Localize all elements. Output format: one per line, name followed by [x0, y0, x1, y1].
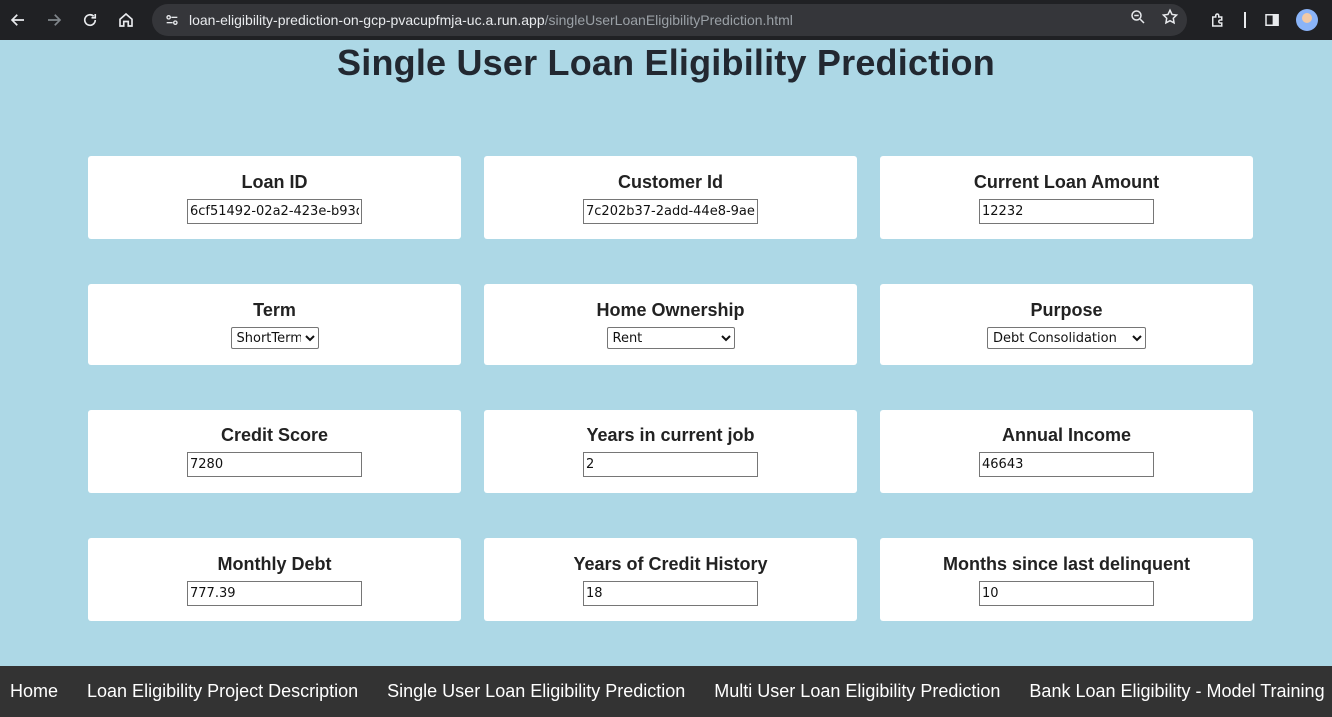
address-bar[interactable]: loan-eligibility-prediction-on-gcp-pvacu… — [152, 4, 1187, 36]
side-panel-icon — [1265, 14, 1279, 26]
term-label: Term — [253, 300, 296, 320]
purpose-label: Purpose — [1030, 300, 1103, 320]
nav-link-project-description[interactable]: Loan Eligibility Project Description — [77, 681, 368, 702]
nav-link-multi-user-prediction[interactable]: Multi User Loan Eligibility Prediction — [704, 681, 1010, 702]
home-ownership-label: Home Ownership — [596, 300, 745, 320]
arrow-right-icon — [48, 14, 62, 26]
current-loan-amount-card: Current Loan Amount — [880, 156, 1253, 239]
current-loan-amount-input[interactable] — [979, 199, 1154, 224]
credit-score-input[interactable] — [187, 452, 362, 477]
url-text: loan-eligibility-prediction-on-gcp-pvacu… — [189, 12, 793, 28]
credit-score-label: Credit Score — [220, 425, 329, 445]
annual-income-input[interactable] — [979, 452, 1154, 477]
url-host: loan-eligibility-prediction-on-gcp-pvacu… — [189, 12, 545, 28]
home-button[interactable] — [108, 4, 144, 36]
puzzle-icon — [1212, 13, 1223, 27]
years-credit-history-card: Years of Credit History — [484, 538, 857, 621]
customer-id-input[interactable] — [583, 199, 758, 224]
customer-id-card: Customer Id — [484, 156, 857, 239]
side-panel-button[interactable] — [1254, 4, 1290, 36]
zoom-icon[interactable] — [1129, 8, 1147, 31]
reload-icon — [83, 13, 97, 27]
home-ownership-card: Home Ownership Rent — [484, 284, 857, 365]
customer-id-label: Customer Id — [617, 172, 723, 192]
months-since-delinquent-label: Months since last delinquent — [942, 554, 1191, 574]
loan-id-label: Loan ID — [241, 172, 308, 192]
years-in-job-label: Years in current job — [586, 425, 755, 445]
profile-avatar[interactable] — [1296, 9, 1318, 31]
loan-id-card: Loan ID — [88, 156, 461, 239]
bookmark-star-icon[interactable] — [1161, 8, 1179, 31]
purpose-select[interactable]: Debt Consolidation — [987, 327, 1146, 349]
url-path: /singleUserLoanEligibilityPrediction.htm… — [544, 12, 793, 28]
nav-link-single-user-prediction[interactable]: Single User Loan Eligibility Prediction — [377, 681, 695, 702]
arrow-left-icon — [10, 14, 24, 26]
years-in-job-card: Years in current job — [484, 410, 857, 493]
term-select[interactable]: ShortTerm — [230, 327, 319, 349]
annual-income-label: Annual Income — [1001, 425, 1131, 445]
reload-button[interactable] — [72, 4, 108, 36]
footer-nav: Home Loan Eligibility Project Descriptio… — [0, 666, 1332, 717]
page-title: Single User Loan Eligibility Prediction — [337, 42, 995, 83]
years-credit-history-input[interactable] — [583, 581, 758, 606]
nav-link-model-training[interactable]: Bank Loan Eligibility - Model Training — [1019, 681, 1332, 702]
term-card: Term ShortTerm — [88, 284, 461, 365]
current-loan-amount-label: Current Loan Amount — [973, 172, 1160, 192]
months-since-delinquent-card: Months since last delinquent — [880, 538, 1253, 621]
extensions-button[interactable] — [1200, 4, 1236, 36]
toolbar-divider — [1244, 12, 1246, 28]
site-settings-icon[interactable] — [160, 8, 184, 32]
home-ownership-select[interactable]: Rent — [606, 327, 735, 349]
nav-link-home[interactable]: Home — [0, 681, 68, 702]
months-since-delinquent-input[interactable] — [979, 581, 1154, 606]
purpose-card: Purpose Debt Consolidation — [880, 284, 1253, 365]
credit-score-card: Credit Score — [88, 410, 461, 493]
monthly-debt-input[interactable] — [187, 581, 362, 606]
years-in-job-input[interactable] — [583, 452, 758, 477]
back-button[interactable] — [0, 4, 36, 36]
forward-button[interactable] — [36, 4, 72, 36]
monthly-debt-card: Monthly Debt — [88, 538, 461, 621]
monthly-debt-label: Monthly Debt — [217, 554, 332, 574]
home-icon — [119, 12, 133, 27]
years-credit-history-label: Years of Credit History — [573, 554, 768, 574]
browser-toolbar: loan-eligibility-prediction-on-gcp-pvacu… — [0, 0, 1332, 40]
loan-id-input[interactable] — [187, 199, 362, 224]
annual-income-card: Annual Income — [880, 410, 1253, 493]
